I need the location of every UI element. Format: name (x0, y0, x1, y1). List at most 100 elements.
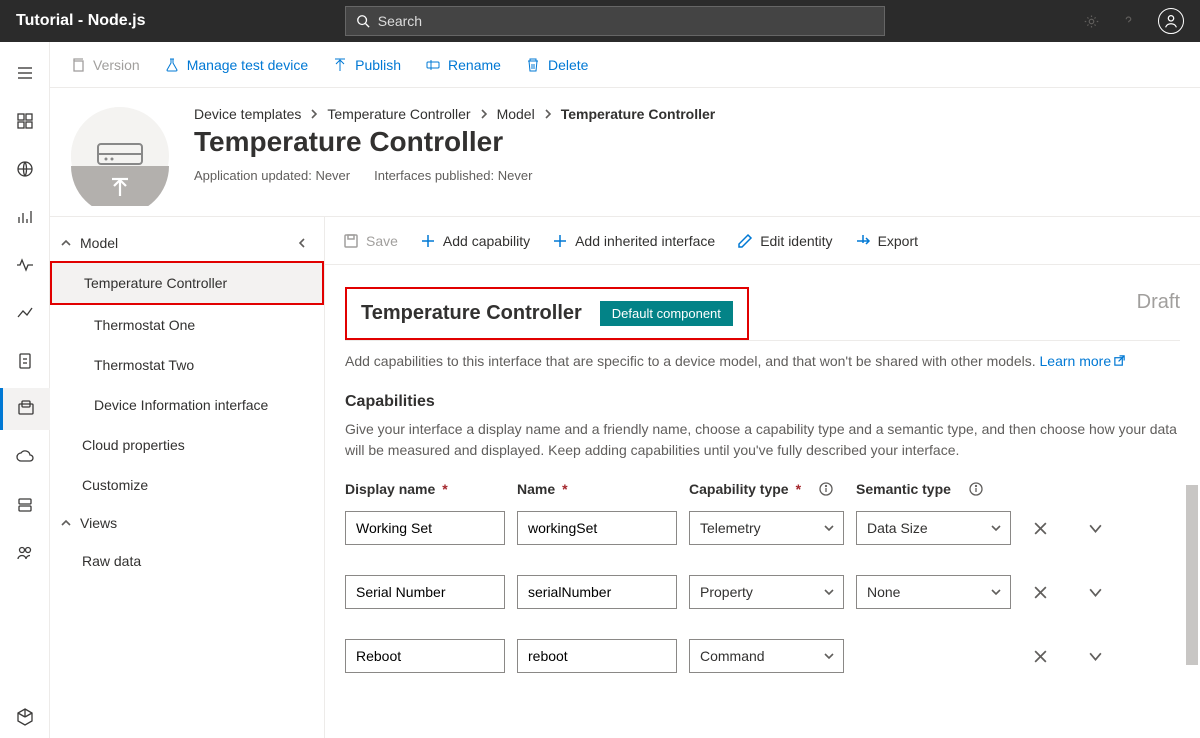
rail-dashboard[interactable] (0, 100, 50, 142)
info-icon[interactable] (969, 482, 983, 496)
display-name-input[interactable] (345, 575, 505, 609)
menu-toggle[interactable] (0, 52, 50, 94)
search-box[interactable]: Search (345, 6, 885, 36)
help-icon (1121, 14, 1136, 29)
external-link-icon (1113, 354, 1126, 367)
device-template-icon (70, 106, 170, 206)
app-updated-value: Never (315, 168, 350, 183)
avatar[interactable] (1158, 8, 1184, 34)
scrollbar[interactable] (1186, 485, 1198, 665)
sidebar-item-customize[interactable]: Customize (50, 465, 324, 505)
capability-type-select[interactable]: Property (689, 575, 844, 609)
manage-test-device-button[interactable]: Manage test device (164, 57, 308, 73)
chevron-left-icon (296, 237, 308, 249)
chevron-down-icon (823, 586, 835, 598)
flask-icon (164, 57, 180, 73)
name-input[interactable] (517, 639, 677, 673)
semantic-type-select[interactable]: Data Size (856, 511, 1011, 545)
rail-groups[interactable] (0, 196, 50, 238)
views-group-label: Views (80, 515, 117, 531)
info-icon[interactable] (819, 482, 833, 496)
sidebar-item-device-info[interactable]: Device Information interface (50, 385, 324, 425)
default-component-badge: Default component (600, 301, 733, 326)
add-capability-button[interactable]: Add capability (420, 233, 530, 249)
capabilities-heading: Capabilities (345, 393, 1180, 411)
rail-device-templates[interactable] (0, 388, 50, 430)
sidebar-item-temperature-controller[interactable]: Temperature Controller (50, 261, 324, 305)
expand-row-button[interactable] (1088, 521, 1103, 536)
add-inherited-label: Add inherited interface (575, 233, 715, 249)
expand-row-button[interactable] (1088, 585, 1103, 600)
server-icon (15, 495, 35, 515)
capability-type-select[interactable]: Telemetry (689, 511, 844, 545)
name-input[interactable] (517, 575, 677, 609)
delete-row-button[interactable] (1033, 649, 1048, 664)
chevron-down-icon (823, 650, 835, 662)
nav-rail (0, 42, 50, 738)
rail-administration[interactable] (0, 484, 50, 526)
sidebar-item-thermostat-one[interactable]: Thermostat One (50, 305, 324, 345)
cube-icon (15, 707, 35, 727)
line-chart-icon (15, 303, 35, 323)
help-button[interactable] (1121, 14, 1136, 29)
rail-data-export[interactable] (0, 436, 50, 478)
capability-type-select[interactable]: Command (689, 639, 844, 673)
person-icon (1162, 12, 1180, 30)
breadcrumb-template[interactable]: Temperature Controller (327, 106, 470, 122)
model-group-header[interactable]: Model (50, 225, 324, 261)
search-icon (356, 14, 370, 28)
close-icon (1033, 649, 1048, 664)
semantic-type-select[interactable]: None (856, 575, 1011, 609)
version-label: Version (93, 57, 140, 73)
clipboard-icon (15, 351, 35, 371)
display-name-input[interactable] (345, 639, 505, 673)
chevron-up-icon (60, 237, 72, 249)
sidebar-item-thermostat-two[interactable]: Thermostat Two (50, 345, 324, 385)
version-button[interactable]: Version (70, 57, 140, 73)
cloud-icon (15, 447, 35, 467)
delete-button[interactable]: Delete (525, 57, 588, 73)
rail-analytics[interactable] (0, 292, 50, 334)
save-button[interactable]: Save (343, 233, 398, 249)
globe-icon (15, 159, 35, 179)
export-button[interactable]: Export (855, 233, 918, 249)
model-sidebar: Model Temperature Controller Thermostat … (50, 217, 325, 738)
breadcrumb-device-templates[interactable]: Device templates (194, 106, 301, 122)
chevron-right-icon (479, 109, 489, 119)
rail-users[interactable] (0, 532, 50, 574)
chevron-right-icon (309, 109, 319, 119)
rename-button[interactable]: Rename (425, 57, 501, 73)
rail-app-settings[interactable] (0, 696, 50, 738)
publish-button[interactable]: Publish (332, 57, 401, 73)
name-input[interactable] (517, 511, 677, 545)
chevron-down-icon (823, 522, 835, 534)
publish-label: Publish (355, 57, 401, 73)
save-label: Save (366, 233, 398, 249)
rail-rules[interactable] (0, 244, 50, 286)
add-inherited-button[interactable]: Add inherited interface (552, 233, 715, 249)
breadcrumb-model[interactable]: Model (497, 106, 535, 122)
col-semantic-type: Semantic type (856, 481, 1011, 497)
delete-row-button[interactable] (1033, 585, 1048, 600)
settings-button[interactable] (1084, 14, 1099, 29)
sidebar-item-cloud-properties[interactable]: Cloud properties (50, 425, 324, 465)
learn-more-link[interactable]: Learn more (1040, 353, 1127, 369)
rail-jobs[interactable] (0, 340, 50, 382)
component-description: Add capabilities to this interface that … (345, 353, 1180, 369)
display-name-input[interactable] (345, 511, 505, 545)
top-header: Tutorial - Node.js Search (0, 0, 1200, 42)
command-bar: Version Manage test device Publish Renam… (50, 42, 1200, 88)
model-group-label: Model (80, 235, 118, 251)
sidebar-item-raw-data[interactable]: Raw data (50, 541, 324, 581)
chart-icon (15, 207, 35, 227)
rail-devices[interactable] (0, 148, 50, 190)
editor-toolbar: Save Add capability Add inherited interf… (325, 217, 1200, 265)
expand-row-button[interactable] (1088, 649, 1103, 664)
people-icon (15, 543, 35, 563)
page-header: Device templates Temperature Controller … (50, 88, 1200, 217)
views-group-header[interactable]: Views (50, 505, 324, 541)
edit-identity-button[interactable]: Edit identity (737, 233, 832, 249)
delete-row-button[interactable] (1033, 521, 1048, 536)
editor-body: Draft Temperature Controller Default com… (325, 265, 1200, 738)
rename-icon (425, 57, 441, 73)
